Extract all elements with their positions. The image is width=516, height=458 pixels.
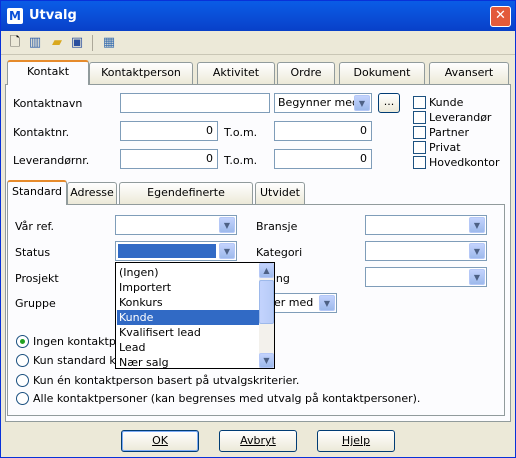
radio-all-contact-persons-label: Alle kontaktpersoner (kan begrenses med …: [33, 392, 421, 405]
radio-one-contact-person-label: Kun én kontaktperson basert på utvalgskr…: [33, 374, 300, 387]
cancel-button-label: Avbryt: [240, 434, 276, 447]
close-button[interactable]: ✕: [490, 6, 511, 27]
radio-one-contact-person[interactable]: [16, 374, 29, 387]
utvalg-dialog: M Utvalg ✕ 🗋 ▥ ▰ ▣ ▦ Kontakt Kontaktpers…: [0, 0, 516, 458]
checkbox-partner-label: Partner: [429, 126, 469, 139]
tab-dokument[interactable]: Dokument: [339, 62, 425, 84]
industry-select[interactable]: ▼: [365, 215, 487, 235]
checkbox-kunde[interactable]: [413, 96, 426, 109]
open-folder-icon[interactable]: ▰: [49, 35, 65, 51]
app-icon: M: [7, 8, 23, 24]
chevron-down-icon[interactable]: ▼: [219, 217, 235, 233]
checkbox-partner[interactable]: [413, 126, 426, 139]
chevron-down-icon[interactable]: ▼: [354, 95, 370, 111]
dropdown-option-naer-salg[interactable]: Nær salg: [117, 355, 260, 369]
dropdown-option-kunde[interactable]: Kunde: [117, 310, 260, 325]
dropdown-option-lead[interactable]: Lead: [117, 340, 260, 355]
our-ref-select[interactable]: ▼: [115, 215, 237, 235]
checkbox-leverandor-label: Leverandør: [429, 111, 492, 124]
dropdown-option-ingen[interactable]: (Ingen): [117, 265, 260, 280]
checkbox-hovedkontor-label: Hovedkontor: [429, 156, 500, 169]
checkbox-kunde-label: Kunde: [429, 96, 464, 109]
chevron-down-icon[interactable]: ▼: [469, 243, 485, 259]
tab-avansert[interactable]: Avansert: [429, 62, 509, 84]
toolbar: 🗋 ▥ ▰ ▣ ▦: [1, 31, 515, 55]
ok-button[interactable]: OK: [121, 430, 199, 452]
division-select[interactable]: ▼: [365, 267, 487, 287]
dropdown-option-konkurs[interactable]: Konkurs: [117, 295, 260, 310]
contact-number-to[interactable]: 0: [274, 121, 372, 141]
title-bar[interactable]: M Utvalg ✕: [1, 1, 515, 31]
contact-number-to-label: T.o.m.: [224, 126, 258, 139]
contact-number-from[interactable]: 0: [120, 121, 218, 141]
new-document-icon[interactable]: 🗋: [7, 35, 23, 51]
status-selected-highlight: [118, 244, 216, 258]
scrollbar-thumb[interactable]: [259, 280, 274, 324]
tab-aktivitet[interactable]: Aktivitet: [197, 62, 275, 84]
chevron-down-icon[interactable]: ▼: [219, 243, 235, 259]
help-button[interactable]: Hjelp: [317, 430, 395, 452]
our-ref-label: Vår ref.: [15, 220, 55, 233]
radio-standard-contact-only[interactable]: [16, 354, 29, 367]
match-mode-value: Begynner med: [278, 96, 360, 109]
browse-button[interactable]: ...: [378, 93, 400, 113]
radio-all-contact-persons[interactable]: [16, 392, 29, 405]
scroll-down-icon[interactable]: ▼: [259, 353, 274, 368]
tab-egendefinerte[interactable]: Egendefinerte felter/Notat: [119, 182, 253, 219]
checkbox-leverandor[interactable]: [413, 111, 426, 124]
supplier-number-from[interactable]: 0: [120, 149, 218, 169]
help-button-label: Hjelp: [341, 434, 371, 447]
tab-utvidet[interactable]: Utvidet: [255, 182, 305, 204]
supplier-number-to-label: T.o.m.: [224, 154, 258, 167]
cancel-button[interactable]: Avbryt: [219, 430, 297, 452]
dropdown-scrollbar[interactable]: ▲ ▼: [259, 263, 274, 368]
radio-no-contact-persons[interactable]: [16, 335, 29, 348]
scroll-up-icon[interactable]: ▲: [259, 263, 274, 278]
ok-button-label: OK: [152, 434, 168, 447]
group-label: Gruppe: [15, 297, 56, 310]
status-label: Status: [15, 246, 51, 259]
tab-standard[interactable]: Standard: [7, 180, 67, 205]
category-select[interactable]: ▼: [365, 241, 487, 261]
toolbar-separator: [92, 35, 93, 51]
tab-adresse[interactable]: Adresse: [67, 182, 117, 204]
contact-name-label: Kontaktnavn: [13, 97, 83, 110]
status-select[interactable]: ▼: [115, 241, 237, 261]
project-label: Prosjekt: [15, 272, 59, 285]
save-icon[interactable]: ▣: [69, 35, 85, 51]
checkbox-privat[interactable]: [413, 141, 426, 154]
dropdown-option-kvalifisert-lead[interactable]: Kvalifisert lead: [117, 325, 260, 340]
chevron-down-icon[interactable]: ▼: [469, 217, 485, 233]
tab-ordre[interactable]: Ordre: [277, 62, 335, 84]
table-icon[interactable]: ▦: [101, 35, 117, 51]
industry-label: Bransje: [256, 220, 298, 233]
chevron-down-icon[interactable]: ▼: [319, 295, 335, 311]
supplier-number-label: Leverandørnr.: [13, 154, 90, 167]
match-mode-select[interactable]: Begynner med ▼: [274, 93, 372, 113]
window-title: Utvalg: [29, 8, 77, 23]
contact-number-label: Kontaktnr.: [13, 126, 70, 139]
checkbox-hovedkontor[interactable]: [413, 156, 426, 169]
category-label: Kategori: [256, 246, 303, 259]
contact-name-input[interactable]: [120, 93, 270, 113]
dropdown-option-importert[interactable]: Importert: [117, 280, 260, 295]
supplier-number-to[interactable]: 0: [274, 149, 372, 169]
tab-kontaktperson[interactable]: Kontaktperson: [89, 62, 193, 84]
tab-kontakt[interactable]: Kontakt: [7, 60, 89, 85]
chevron-down-icon[interactable]: ▼: [469, 269, 485, 285]
status-dropdown-list[interactable]: (Ingen) Importert Konkurs Kunde Kvalifis…: [115, 262, 275, 369]
book-icon[interactable]: ▥: [27, 35, 43, 51]
checkbox-privat-label: Privat: [429, 141, 461, 154]
